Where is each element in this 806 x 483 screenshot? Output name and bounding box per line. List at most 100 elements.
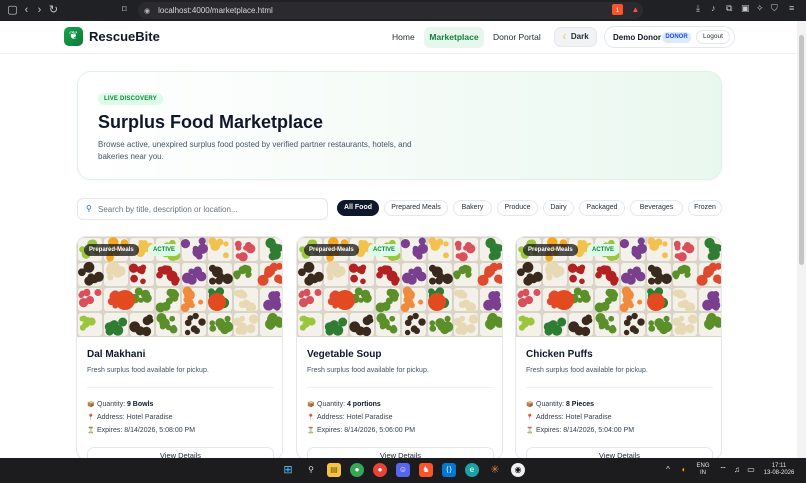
chrome-icon[interactable]: ● — [350, 463, 364, 477]
user-menu: Demo Donor DONOR Logout — [604, 26, 735, 48]
food-card[interactable]: Prepared-Meals ACTIVE Chicken Puffs Fres… — [515, 236, 722, 460]
address-row: 📍 Address: Hotel Paradise — [526, 414, 612, 421]
moon-icon: ☾ — [562, 34, 569, 41]
address-row: 📍 Address: Hotel Paradise — [87, 414, 173, 421]
file-explorer-icon[interactable]: ▤ — [327, 463, 341, 477]
address-row: 📍 Address: Hotel Paradise — [307, 414, 393, 421]
expiry-row: ⏳ Expires: 8/14/2026, 5:08:00 PM — [87, 427, 196, 434]
bookmark-icon[interactable]: ⌑ — [122, 4, 127, 15]
user-name: Demo Donor — [613, 33, 661, 42]
status-badge: ACTIVE — [148, 244, 181, 256]
download-icon[interactable]: ⤓ — [696, 3, 700, 14]
claude-icon[interactable]: ✳ — [488, 463, 502, 477]
filter-produce[interactable]: Produce — [497, 200, 538, 216]
clock-time: 17:11 — [771, 463, 787, 469]
expiry-row: ⏳ Expires: 8/14/2026, 5:04:00 PM — [526, 427, 635, 434]
category-tag: Prepared-Meals — [304, 244, 359, 256]
leo-ai-icon[interactable]: ✧ — [756, 3, 764, 14]
chrome-alt-icon[interactable]: ● — [373, 463, 387, 477]
brave-rewards-icon[interactable]: ▲ — [630, 4, 641, 15]
filter-beverages[interactable]: Beverages — [630, 200, 683, 216]
box-icon: 📦 — [87, 402, 95, 408]
brand-name[interactable]: RescueBite — [89, 29, 160, 44]
split-view-icon[interactable]: ⧉ — [726, 3, 732, 14]
clock[interactable]: 17:11 13-08-2026 — [759, 463, 799, 477]
status-badge: ACTIVE — [368, 244, 401, 256]
card-divider — [87, 387, 274, 388]
browser-toolbar: ▢ ‹ › ↻ ⌑ ◉ localhost:4000/marketplace.h… — [0, 0, 806, 21]
reload-icon[interactable]: ↻ — [45, 0, 62, 21]
github-icon[interactable]: ◉ — [511, 463, 525, 477]
filter-prepared-meals[interactable]: Prepared Meals — [384, 200, 448, 216]
brave-shield-icon[interactable]: 1 — [612, 4, 623, 15]
role-badge: DONOR — [662, 32, 691, 43]
card-description: Fresh surplus food available for pickup. — [307, 367, 429, 374]
theme-toggle-button[interactable]: ☾ Dark — [554, 27, 597, 47]
live-discovery-badge: LIVE DISCOVERY — [98, 93, 163, 105]
vscode-icon[interactable]: ⟨⟩ — [442, 463, 456, 477]
card-title: Chicken Puffs — [526, 349, 593, 360]
hourglass-icon: ⏳ — [526, 428, 534, 434]
pin-icon: 📍 — [526, 415, 534, 421]
card-title: Dal Makhani — [87, 349, 146, 360]
card-title: Vegetable Soup — [307, 349, 382, 360]
music-icon[interactable]: ♪ — [711, 3, 716, 13]
filter-frozen[interactable]: Frozen — [688, 200, 722, 216]
menu-icon[interactable]: ≡ — [789, 3, 794, 13]
box-icon: 📦 — [307, 402, 315, 408]
vpn-icon[interactable]: ⛉ — [771, 3, 778, 14]
discord-icon[interactable]: ☺ — [396, 463, 410, 477]
category-tag: Prepared-Meals — [84, 244, 139, 256]
filter-all-food[interactable]: All Food — [337, 200, 379, 216]
volume-icon[interactable]: ♫ — [730, 463, 744, 477]
filter-bakery[interactable]: Bakery — [453, 200, 492, 216]
nav-donor-portal[interactable]: Donor Portal — [493, 32, 541, 42]
logout-button[interactable]: Logout — [696, 30, 730, 44]
brave-icon[interactable]: ♞ — [419, 463, 433, 477]
tray-chevron-icon[interactable]: ^ — [661, 463, 675, 477]
pin-icon: 📍 — [87, 415, 95, 421]
quantity-row: 📦 Quantity: 9 Bowls — [87, 401, 154, 408]
page-title: Surplus Food Marketplace — [98, 112, 324, 132]
brave-badge-count: 1 — [615, 8, 620, 14]
food-card[interactable]: Prepared-Meals ACTIVE Vegetable Soup Fre… — [296, 236, 503, 460]
search-icon: ⚲ — [86, 204, 92, 213]
nav-home[interactable]: Home — [392, 32, 415, 42]
rescuebite-logo-icon[interactable]: ❦ — [64, 27, 83, 46]
language-code: ENG — [696, 463, 710, 469]
page-scrollbar[interactable] — [797, 21, 806, 458]
card-description: Fresh surplus food available for pickup. — [87, 367, 209, 374]
sidebar-panel-icon[interactable]: ▣ — [741, 3, 750, 14]
filter-packaged[interactable]: Packaged — [579, 200, 625, 216]
nav-marketplace[interactable]: Marketplace — [424, 27, 484, 48]
edge-icon[interactable]: e — [465, 463, 479, 477]
hourglass-icon: ⏳ — [87, 428, 95, 434]
card-description: Fresh surplus food available for pickup. — [526, 367, 648, 374]
scrollbar-thumb[interactable] — [799, 35, 804, 265]
site-info-icon[interactable]: ◉ — [144, 7, 150, 15]
phone-link-icon[interactable]: ◐ — [677, 463, 691, 477]
language-indicator[interactable]: ENG IN — [694, 463, 712, 477]
expiry-row: ⏳ Expires: 8/14/2026, 5:06:00 PM — [307, 427, 416, 434]
windows-start-icon[interactable]: ⊞ — [281, 463, 295, 477]
filter-dairy[interactable]: Dairy — [543, 200, 574, 216]
search-box: ⚲ — [77, 198, 328, 220]
address-bar[interactable]: ◉ localhost:4000/marketplace.html — [138, 2, 643, 19]
category-tag: Prepared-Meals — [523, 244, 578, 256]
quantity-row: 📦 Quantity: 4 portions — [307, 401, 381, 408]
wifi-icon[interactable]: ⌔ — [716, 463, 730, 477]
quantity-value: 8 Pieces — [565, 401, 594, 408]
theme-label: Dark — [570, 32, 589, 41]
search-input[interactable] — [98, 202, 323, 217]
quantity-value: 4 portions — [346, 401, 381, 408]
region-code: IN — [700, 470, 706, 476]
clock-date: 13-08-2026 — [763, 470, 795, 476]
hero-section: LIVE DISCOVERY Surplus Food Marketplace … — [77, 71, 722, 180]
card-divider — [526, 387, 713, 388]
hero-description: Browse active, unexpired surplus food po… — [98, 140, 412, 161]
search-icon[interactable]: ⚲ — [304, 463, 318, 477]
battery-icon[interactable]: ▭ — [744, 463, 758, 477]
box-icon: 📦 — [526, 402, 534, 408]
quantity-row: 📦 Quantity: 8 Pieces — [526, 401, 594, 408]
food-card[interactable]: Prepared-Meals ACTIVE Dal Makhani Fresh … — [76, 236, 283, 460]
